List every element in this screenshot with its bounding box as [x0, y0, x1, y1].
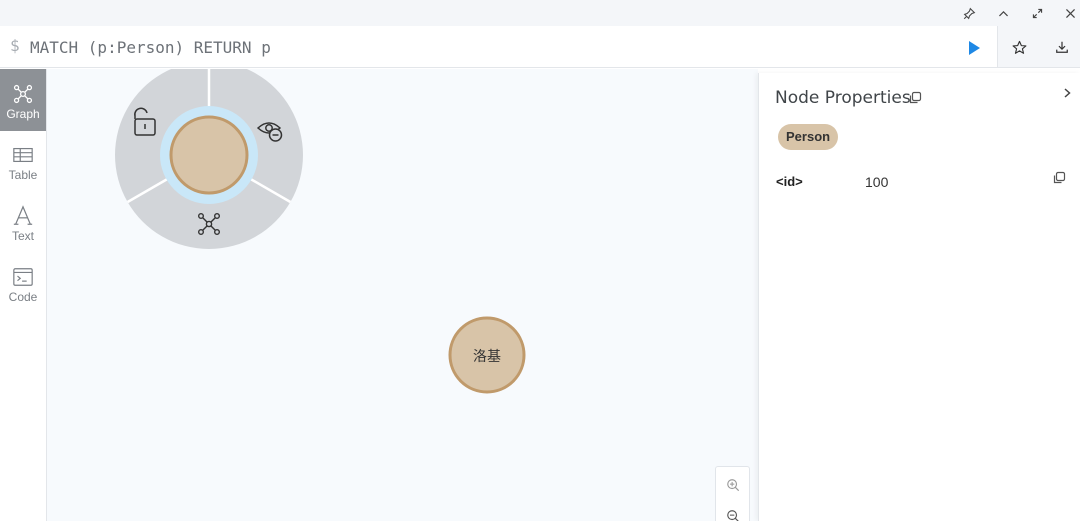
property-value: 100	[865, 174, 889, 190]
panel-title: Node Properties	[775, 88, 911, 108]
chevron-right-icon	[1064, 88, 1071, 98]
zoom-out-button[interactable]	[724, 507, 742, 521]
zoom-in-icon	[727, 479, 740, 492]
download-icon	[1056, 41, 1068, 53]
table-icon	[13, 147, 33, 163]
graph-svg: 洛基	[115, 69, 526, 394]
node-label-chip[interactable]: Person	[778, 124, 839, 150]
code-icon	[13, 268, 33, 286]
window-toolbar	[0, 0, 1080, 26]
zoom-in-button[interactable]	[724, 476, 742, 494]
property-key: <id>	[776, 174, 803, 189]
fullscreen-icon[interactable]	[1028, 4, 1046, 22]
nav-table[interactable]: Table	[0, 130, 46, 192]
zoom-out-icon	[727, 510, 739, 521]
view-switcher: Graph Table Text Code	[0, 69, 47, 521]
graph-node[interactable]: 洛基	[448, 316, 526, 394]
graph-node-selected[interactable]	[169, 115, 249, 195]
copy-icon[interactable]	[908, 91, 922, 105]
favorite-button[interactable]	[1009, 37, 1029, 57]
node-label: 洛基	[473, 348, 501, 365]
query-editor: $	[0, 26, 997, 68]
prompt-symbol: $	[10, 36, 20, 55]
pin-icon[interactable]	[960, 4, 978, 22]
nav-code-label: Code	[8, 290, 38, 304]
nav-text-label: Text	[11, 229, 34, 243]
editor-actions	[997, 26, 1080, 68]
close-icon[interactable]	[1061, 4, 1079, 22]
collapse-up-icon[interactable]	[994, 4, 1012, 22]
star-icon	[1012, 40, 1026, 54]
run-button[interactable]	[962, 36, 986, 60]
copy-icon[interactable]	[1052, 171, 1066, 185]
query-input[interactable]	[30, 33, 930, 61]
node-properties-panel: Node Properties Person <id> 100	[758, 73, 1080, 521]
play-icon	[969, 41, 980, 55]
panel-collapse-button[interactable]	[1059, 85, 1075, 101]
download-button[interactable]	[1052, 37, 1072, 57]
nav-graph[interactable]: Graph	[0, 69, 46, 131]
zoom-controls	[715, 466, 750, 521]
graph-icon	[13, 84, 33, 104]
graph-canvas[interactable]: 洛基	[47, 69, 758, 521]
nav-code[interactable]: Code	[0, 252, 46, 314]
nav-text[interactable]: Text	[0, 191, 46, 253]
text-icon	[13, 205, 33, 225]
nav-graph-label: Graph	[6, 107, 40, 121]
nav-table-label: Table	[8, 168, 38, 182]
